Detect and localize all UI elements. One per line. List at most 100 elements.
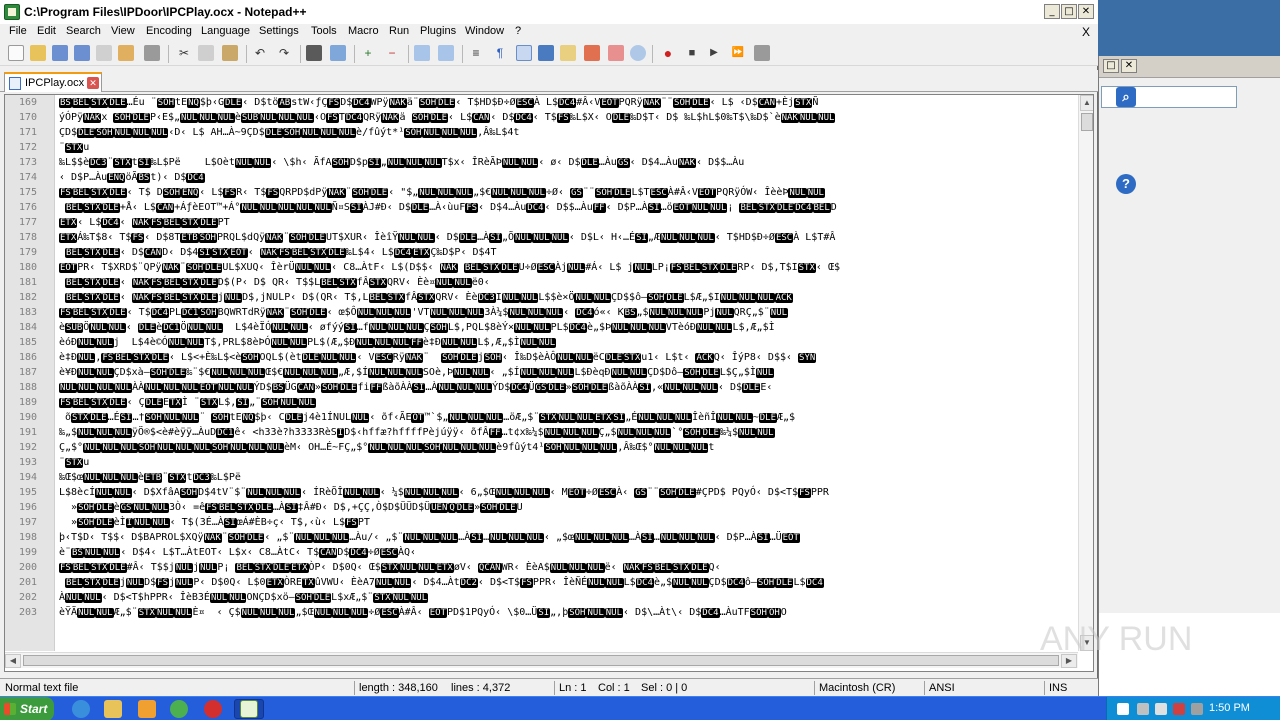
editor-line[interactable]: 175 FS BEL STX DLE‹ T$ DSOH ENQ‹ L$FSR‹ T$FSQ… [5,185,1077,200]
horizontal-scroll-thumb[interactable] [23,655,1059,666]
editor-line[interactable]: 197 »SOH DLEèÌI NUL NUL‹ T$(3É…ÀSIœÁ#ÈB÷ç‹ … [5,515,1077,530]
find-icon[interactable] [306,45,322,61]
taskbar-notepadpp-button[interactable] [234,699,264,719]
editor-line[interactable]: 195 L$8ècÍNUL NUL‹ D$XfâASOHD$4tV¨$¨NUL NUL… [5,485,1077,500]
editor-text-area[interactable]: 169 BS BEL STX DLE…Éu ¨SOHtENQ$þ‹GDLE‹ D$töA… [5,95,1077,651]
editor-line[interactable]: 199 è¨BS NUL NUL‹ D$4‹ L$T…ÀtEOT‹ L$x‹ C8…À… [5,545,1077,560]
editor-line[interactable]: 194 ‰Œ$œNUL NUL NULèETB¨STXtDC3‰L$Pë [5,470,1077,485]
word-wrap-icon[interactable]: ≡ [468,45,484,61]
editor-line[interactable]: 182 BEL STX DLE‹ NAK FS BEL STX DLEjNULD$‚jNUL… [5,290,1077,305]
editor-line[interactable]: 191 ‰„$NUL NUL NULÿÖ®$<è#èÿÿ…ÀuDDC1ê‹ <h33è… [5,425,1077,440]
tray-security-icon[interactable] [1173,703,1185,715]
doc-map-icon[interactable] [560,45,576,61]
editor-line[interactable]: 196 »SOH DLEèGS NUL NUL3Ò‹ =êFS BEL STX DLE…ÀS… [5,500,1077,515]
media-player-icon[interactable] [138,700,156,718]
save-all-icon[interactable] [74,45,90,61]
editor-line[interactable]: 189 FS BEL STX DLE‹ ÇDLEETXÌ ¨STXL$,SI„¨SOH N… [5,395,1077,410]
search-icon[interactable]: ⌕ [1116,87,1136,107]
replace-icon[interactable] [330,45,346,61]
folder-workspace-icon[interactable] [608,45,624,61]
maximize-button[interactable]: □ [1061,4,1077,19]
menu-window[interactable]: Window [465,25,504,37]
menu-run[interactable]: Run [389,25,409,37]
scroll-right-arrow[interactable]: ▶ [1061,654,1077,668]
editor-line[interactable]: 193 ¨STXu [5,455,1077,470]
play-multi-icon[interactable]: ⏩ [730,45,746,61]
menu-macro[interactable]: Macro [348,25,379,37]
undo-icon[interactable]: ↶ [252,45,268,61]
editor-line[interactable]: 198 þ‹T$D‹ T$$‹ D$BAPROL$XQÿNAK¨SOH DLE‹ „… [5,530,1077,545]
copy-icon[interactable] [198,45,214,61]
help-icon[interactable]: ? [1116,174,1136,194]
udl-icon[interactable] [538,45,554,61]
paste-icon[interactable] [222,45,238,61]
editor-line[interactable]: 176 BEL STX DLE+Å‹ L$CAN+ÁƒèEOT™+Á°NUL NUL N… [5,200,1077,215]
editor-line[interactable]: 169 BS BEL STX DLE…Éu ¨SOHtENQ$þ‹GDLE‹ D$töA… [5,95,1077,110]
tray-arrow-icon[interactable] [1117,703,1129,715]
menu-edit[interactable]: Edit [37,25,56,37]
menu-file[interactable]: File [9,25,27,37]
scroll-up-arrow[interactable]: ▲ [1080,95,1093,111]
print-icon[interactable] [144,45,160,61]
tray-volume-icon[interactable] [1155,703,1167,715]
editor-line[interactable]: 174 ‹ D$P…ÀuENQöÃBSt)‹ D$DC4 [5,170,1077,185]
background-maximize-button[interactable]: □ [1103,59,1119,73]
editor-line[interactable]: 184 èSUBÖNUL NUL‹ DLEèDC1ÖNUL NUL L$4èÏÓNUL… [5,320,1077,335]
explorer-icon[interactable] [104,700,122,718]
zoom-in-icon[interactable]: + [360,45,376,61]
tray-flag-icon[interactable] [1191,703,1203,715]
editor-line[interactable]: 177 ETX‹ L$DC4‹ NAK FS BEL STX DLEPT [5,215,1077,230]
editor-line[interactable]: 171 ÇD$DLE SOH NUL NUL NUL‹D‹ L$ AH…À~9ÇD$DLE… [5,125,1077,140]
horizontal-scrollbar[interactable]: ◀ ▶ [5,652,1078,668]
editor-line[interactable]: 170 ýÓPÿNAKx SOH DLEP‹E$„NUL NUL NULèSUB NUL N… [5,110,1077,125]
save-icon[interactable] [52,45,68,61]
scroll-left-arrow[interactable]: ◀ [5,654,21,668]
menu-view[interactable]: View [111,25,135,37]
ie-icon[interactable] [72,700,90,718]
editor-line[interactable]: 202 ÀNUL NUL‹ D$<T$hPPR‹ ÎèB3ÉNUL NULONÇD$x… [5,590,1077,605]
save-macro-icon[interactable] [754,45,770,61]
menu-search[interactable]: Search [66,25,101,37]
vertical-scroll-thumb[interactable] [1081,113,1093,131]
editor-line[interactable]: 183 FS BEL STX DLE‹ T$DC4PLDC1 SOHBQWRTdRÿNAK… [5,305,1077,320]
background-close-button[interactable]: ✕ [1121,59,1137,73]
stop-icon[interactable]: ■ [684,45,700,61]
sync-v-icon[interactable] [414,45,430,61]
function-list-icon[interactable] [584,45,600,61]
close-document-button[interactable]: X [1082,25,1090,39]
scroll-down-arrow[interactable]: ▼ [1080,635,1093,651]
editor-line[interactable]: 181 BEL STX DLE‹ NAK FS BEL STX DLED$(P‹ D$ QR… [5,275,1077,290]
indent-guide-icon[interactable] [516,45,532,61]
tab-ipcplay[interactable]: IPCPlay.ocx ✕ [4,72,102,92]
editor-line[interactable]: 190 õSTX DLE…ÉSI…†SOH NUL NUL¨ SOHtENQ$þ‹ C… [5,410,1077,425]
editor-line[interactable]: 192 Ç„$°NUL NUL NUL SOH NUL NUL NUL SOH NUL NUL NUL… [5,440,1077,455]
cut-icon[interactable]: ✂ [176,45,192,61]
editor-line[interactable]: 186 è‡ÐNUL‚FS BEL STX DLE‹ L$<+È‰L$<èSOHOQL$… [5,350,1077,365]
editor[interactable]: 169 BS BEL STX DLE…Éu ¨SOHtENQ$þ‹GDLE‹ D$töA… [4,94,1094,672]
monitor-icon[interactable] [630,45,646,61]
minimize-button[interactable]: _ [1044,4,1060,19]
editor-line[interactable]: 185 èóÐNUL NULj L$4è©ÓNUL NULT$‚PRL$8èÞÓNUL… [5,335,1077,350]
editor-line[interactable]: 201 BEL STX DLEjNULD$FSjNULP‹ D$0Q‹ L$0ETX… [5,575,1077,590]
editor-line[interactable]: 172 ¨STXu [5,140,1077,155]
chrome-icon[interactable] [170,700,188,718]
close-icon[interactable] [96,45,112,61]
editor-line[interactable]: 187 è¥ÐNUL NULÇD$xà–SOH DLE‰¨$€NUL NUL NULŒ$€… [5,365,1077,380]
menu-plugins[interactable]: Plugins [420,25,456,37]
opera-icon[interactable] [204,700,222,718]
menu-settings[interactable]: Settings [259,25,299,37]
editor-line[interactable]: 173 ‰L$$èDC3¨STXtSI‰L$Pë L$OètNUL NUL‹ \$h… [5,155,1077,170]
editor-line[interactable]: 200 FS BEL STX DLE#Â‹ T$$jNULjNULP¡ BEL STX DL… [5,560,1077,575]
start-button[interactable]: Start [0,697,54,720]
zoom-out-icon[interactable]: − [384,45,400,61]
new-file-icon[interactable] [8,45,24,61]
editor-line[interactable]: 203 èŸÃNUL NULÆ„$¨STX NUL NULÈ¤ ‹ Ç$NUL NUL NU… [5,605,1077,620]
close-button[interactable]: ✕ [1078,4,1094,19]
editor-line[interactable]: 188 NUL NUL NUL NULÀÀNUL NUL NUL EOT NUL NULÝD$BS… [5,380,1077,395]
menu-tools[interactable]: Tools [311,25,337,37]
menu-help[interactable]: ? [515,25,521,37]
editor-line[interactable]: 180 EOTPR‹ T$XRD$¨QPÿNAK¨SOH DLEUL$XUQ‹ Îè… [5,260,1077,275]
play-icon[interactable]: ▶ [706,45,722,61]
vertical-scrollbar[interactable]: ▲ ▼ [1078,95,1093,651]
record-icon[interactable]: ● [660,45,676,61]
